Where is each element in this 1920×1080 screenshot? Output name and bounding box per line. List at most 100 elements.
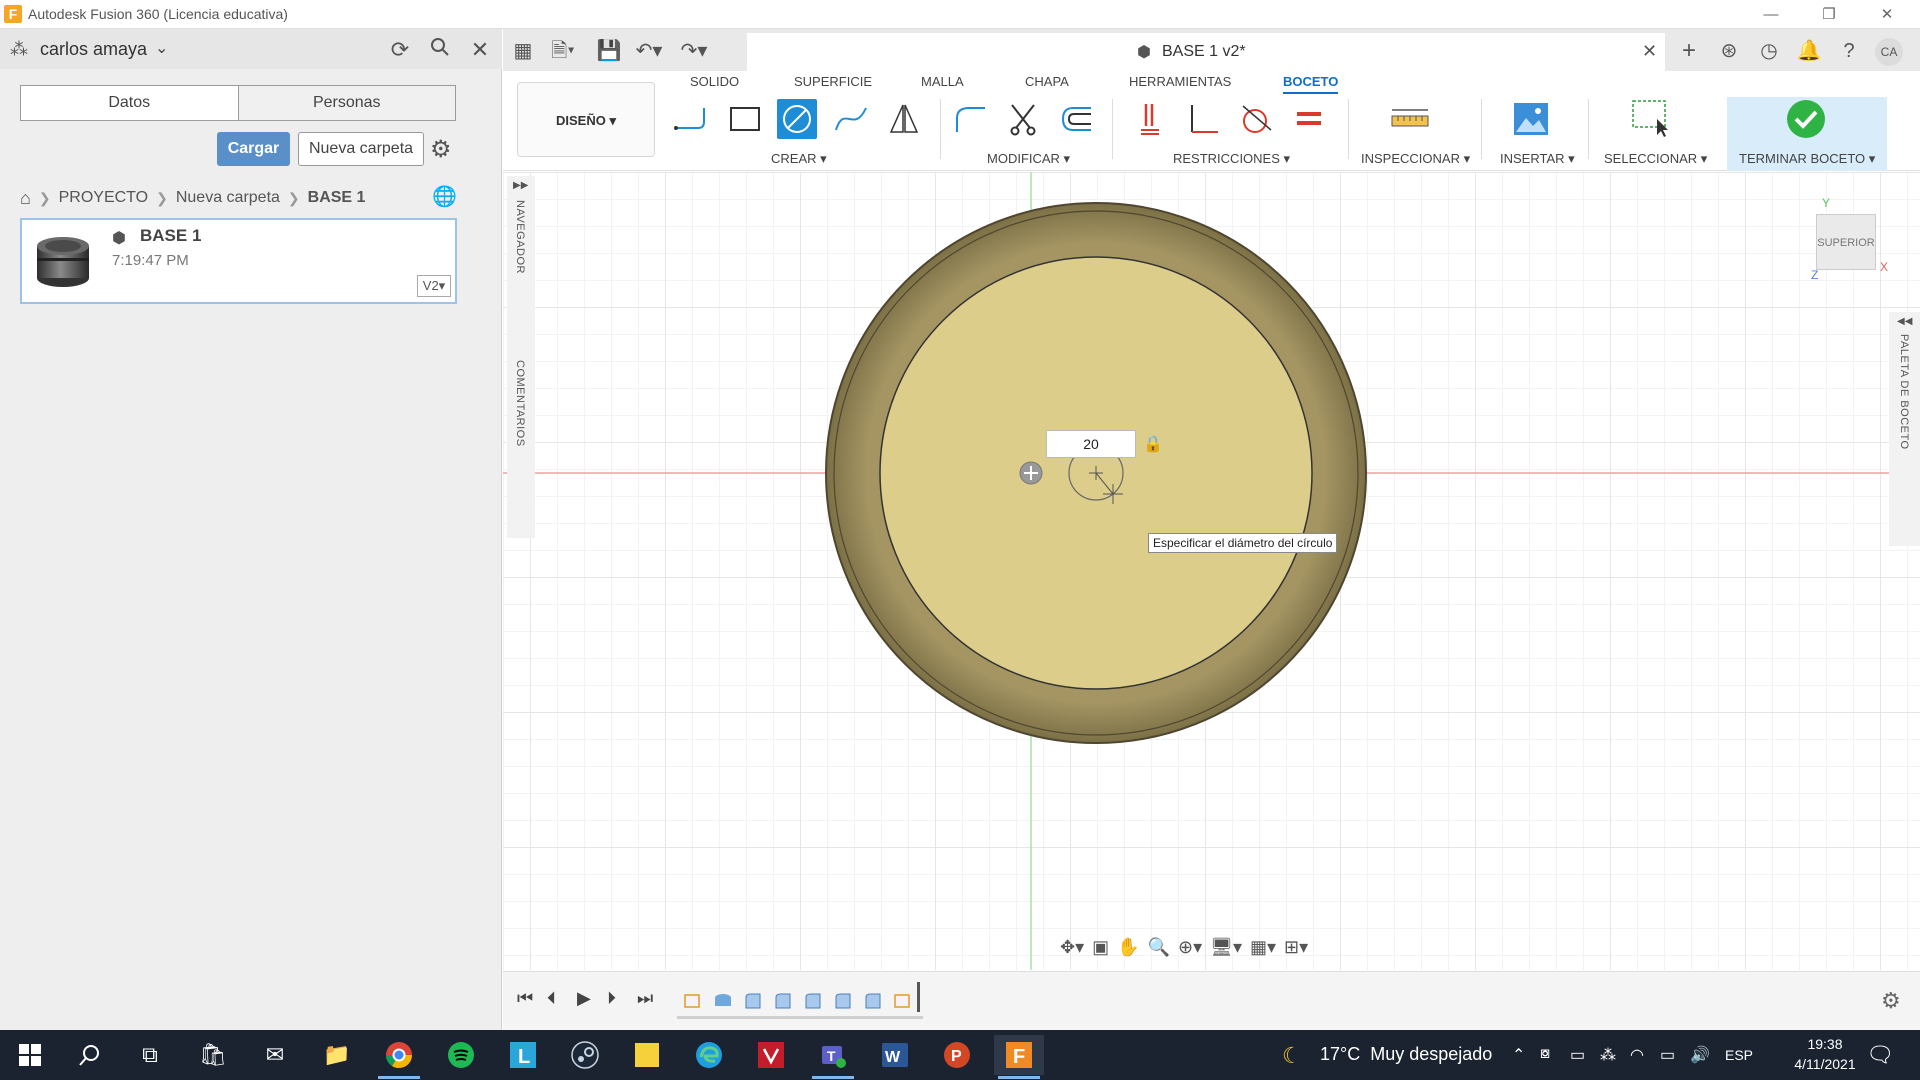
rectangle-tool-icon[interactable]	[725, 99, 765, 139]
equal-constraint-icon[interactable]	[1289, 99, 1329, 139]
chevron-down-icon[interactable]: ⌄	[155, 38, 168, 58]
orbit-icon[interactable]: ✥▾	[1060, 937, 1084, 958]
coincident-constraint-icon[interactable]	[1130, 99, 1170, 139]
play-icon[interactable]: ▶	[577, 988, 591, 1009]
launcher-l-icon[interactable]: L	[498, 1035, 548, 1075]
user-avatar[interactable]: CA	[1875, 38, 1903, 66]
chevron-up-icon[interactable]: ⌃	[1512, 1045, 1525, 1065]
undo-icon[interactable]: ↶▾	[633, 38, 665, 64]
pan-hand-icon[interactable]: ✋	[1117, 937, 1139, 958]
file-explorer-icon[interactable]: 📁	[312, 1035, 362, 1075]
expand-icon[interactable]: ▶▶	[513, 180, 528, 191]
timeline-sketch-icon[interactable]	[683, 991, 703, 1011]
volume-icon[interactable]: 🔊	[1690, 1045, 1710, 1065]
breadcrumb-project[interactable]: PROYECTO	[59, 189, 149, 207]
navigator-label[interactable]: NAVEGADOR	[514, 200, 526, 274]
mirror-tool-icon[interactable]	[884, 99, 924, 139]
clock-date[interactable]: 4/11/2021	[1790, 1056, 1860, 1072]
insert-group-label[interactable]: INSERTAR ▾	[1500, 151, 1575, 167]
tab-superficie[interactable]: SUPERFICIE	[794, 74, 872, 89]
file-menu-icon[interactable]: 🗎▾	[547, 38, 579, 64]
weather-text[interactable]: 17°C Muy despejado	[1320, 1044, 1492, 1065]
close-tab-icon[interactable]: ✕	[1642, 41, 1657, 62]
task-view-icon[interactable]: ⧉	[125, 1035, 175, 1075]
refresh-icon[interactable]: ⟳	[386, 36, 414, 64]
minimize-button[interactable]: —	[1748, 2, 1794, 27]
battery-icon[interactable]: ▭	[1660, 1045, 1675, 1065]
measure-ruler-icon[interactable]	[1390, 99, 1430, 139]
trim-scissors-icon[interactable]	[1003, 99, 1043, 139]
close-window-button[interactable]: ✕	[1864, 2, 1910, 27]
browser-strip[interactable]: ▶▶ NAVEGADOR COMENTARIOS	[507, 176, 535, 538]
look-at-icon[interactable]: ▣	[1092, 937, 1109, 958]
collapse-icon[interactable]: ◀◀	[1897, 316, 1912, 327]
tab-datos[interactable]: Datos	[21, 86, 238, 120]
user-name[interactable]: carlos amaya	[40, 39, 147, 60]
diameter-input[interactable]: 20	[1046, 430, 1136, 458]
viewports-icon[interactable]: ⊞▾	[1284, 937, 1308, 958]
new-folder-button[interactable]: Nueva carpeta	[298, 132, 424, 166]
clock-time[interactable]: 19:38	[1790, 1036, 1860, 1052]
meet-now-icon[interactable]: ▭	[1570, 1045, 1585, 1065]
notifications-icon[interactable]: 🔔	[1793, 38, 1825, 64]
viewcube[interactable]: SUPERIOR	[1816, 214, 1876, 270]
spline-tool-icon[interactable]	[831, 99, 871, 139]
action-center-icon[interactable]: 🗨	[1866, 1042, 1894, 1068]
select-window-icon[interactable]	[1631, 99, 1671, 139]
timeline-feature-icon[interactable]	[743, 991, 763, 1011]
lock-icon[interactable]: 🔒	[1143, 434, 1163, 454]
tangent-constraint-icon[interactable]	[1236, 99, 1276, 139]
inspect-group-label[interactable]: INSPECCIONAR ▾	[1361, 151, 1470, 167]
word-icon[interactable]: W	[870, 1035, 920, 1075]
timeline-feature-icon[interactable]	[833, 991, 853, 1011]
select-group-label[interactable]: SELECCIONAR ▾	[1604, 151, 1707, 167]
close-panel-icon[interactable]: ✕	[466, 36, 494, 64]
sketch-palette-label[interactable]: PALETA DE BOCETO	[1898, 334, 1910, 450]
fusion360-taskbar-icon[interactable]: F	[994, 1035, 1044, 1079]
tray-app-icon[interactable]: ⧇	[1540, 1045, 1550, 1063]
line-tool-icon[interactable]	[671, 99, 711, 139]
tab-boceto[interactable]: BOCETO	[1283, 74, 1339, 94]
fit-zoom-icon[interactable]: ⊕▾	[1178, 937, 1202, 958]
timeline-feature-icon[interactable]	[803, 991, 823, 1011]
finish-sketch-label[interactable]: TERMINAR BOCETO ▾	[1739, 151, 1875, 167]
breadcrumb-folder[interactable]: Nueva carpeta	[176, 189, 280, 207]
sticky-notes-icon[interactable]	[622, 1035, 672, 1075]
timeline-marker[interactable]	[917, 982, 920, 1012]
help-icon[interactable]: ?	[1833, 38, 1865, 64]
tab-chapa[interactable]: CHAPA	[1025, 74, 1069, 89]
extensions-icon[interactable]: ⊛	[1713, 38, 1745, 64]
wifi-icon[interactable]: ◠	[1630, 1045, 1644, 1065]
go-to-end-icon[interactable]: ⏭	[637, 988, 653, 1009]
teams-icon[interactable]: T	[808, 1035, 858, 1079]
weather-moon-icon[interactable]: ☾	[1282, 1043, 1302, 1069]
timeline-sketch-icon[interactable]	[893, 991, 913, 1011]
create-group-label[interactable]: CREAR ▾	[771, 151, 827, 167]
redo-icon[interactable]: ↷▾	[678, 38, 710, 64]
grid-menu-icon[interactable]: ▦	[507, 38, 539, 64]
design-canvas[interactable]	[503, 172, 1920, 970]
version-dropdown[interactable]: V2▾	[417, 275, 451, 297]
store-icon[interactable]: 🛍	[188, 1035, 238, 1075]
spotify-icon[interactable]	[436, 1035, 486, 1075]
edge-icon[interactable]	[684, 1035, 734, 1075]
chrome-icon[interactable]	[374, 1035, 424, 1079]
timeline-feature-icon[interactable]	[773, 991, 793, 1011]
gear-icon[interactable]: ⚙	[430, 135, 452, 164]
timeline-extrude-icon[interactable]	[713, 991, 733, 1011]
perpendicular-constraint-icon[interactable]	[1183, 99, 1223, 139]
finish-sketch-checkmark-icon[interactable]	[1786, 99, 1826, 139]
restore-button[interactable]: ❐	[1806, 2, 1852, 27]
go-to-start-icon[interactable]: ⏮	[517, 988, 533, 1009]
windows-start-icon[interactable]	[5, 1035, 55, 1075]
file-card[interactable]: ⬢ BASE 1 7:19:47 PM V2▾	[20, 218, 457, 304]
globe-icon[interactable]: 🌐	[432, 184, 457, 209]
job-status-icon[interactable]: ◷	[1753, 38, 1785, 64]
document-tab[interactable]: ⬢ BASE 1 v2* ✕	[747, 33, 1665, 71]
fillet-tool-icon[interactable]	[950, 99, 990, 139]
modify-group-label[interactable]: MODIFICAR ▾	[987, 151, 1070, 167]
offset-tool-icon[interactable]	[1056, 99, 1096, 139]
home-icon[interactable]: ⌂	[20, 188, 31, 209]
grid-settings-icon[interactable]: ▦▾	[1250, 937, 1276, 958]
tab-herramientas[interactable]: HERRAMIENTAS	[1129, 74, 1231, 89]
